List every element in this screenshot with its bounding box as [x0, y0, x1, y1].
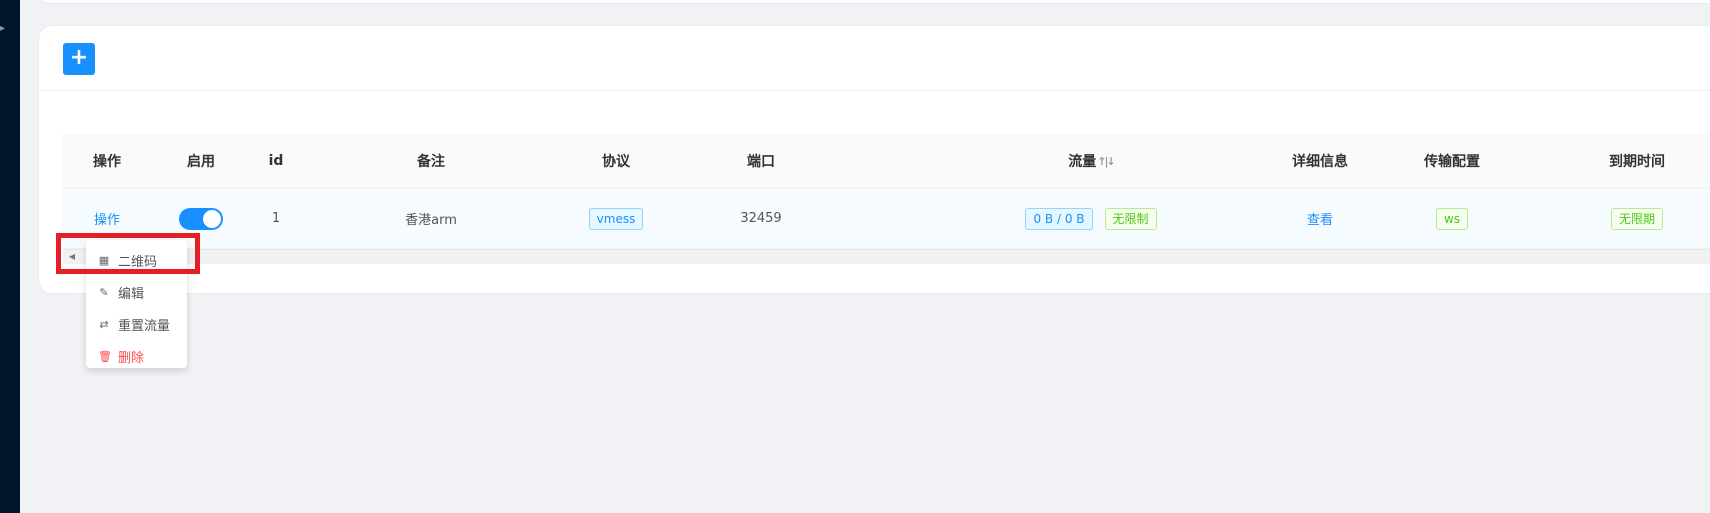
header-expiry: 到期时间 — [1609, 154, 1665, 170]
transport-cell: ws — [1397, 189, 1507, 248]
highlight-annotation — [56, 233, 200, 274]
menu-item-label: 重置流量 — [118, 318, 171, 334]
header-traffic[interactable]: 流量 ↑|↓ — [851, 134, 1331, 188]
row-remark: 香港arm — [405, 213, 457, 228]
traffic-usage-tag: 0 B / 0 B — [1025, 207, 1093, 230]
inbound-table: 操作 启用 id 备注 协议 端口 流量 ↑|↓ 详细信息 传输配置 到期时间 操… — [63, 134, 1710, 279]
protocol-tag: vmess — [588, 207, 644, 230]
table-row: 操作 1 香港arm vmess 32459 0 B / 0 B 无限制 查看 … — [63, 189, 1710, 249]
traffic-cell: 0 B / 0 B 无限制 — [851, 189, 1331, 248]
inbound-list-card: + 操作 启用 id 备注 协议 端口 流量 ↑|↓ 详细信息 传输配置 到期时间… — [38, 25, 1710, 294]
status-card — [38, 0, 1710, 4]
traffic-limit-tag: 无限制 — [1104, 207, 1157, 230]
menu-item-delete[interactable]: 🗑 删除 — [86, 340, 187, 372]
sort-icon[interactable]: ↑|↓ — [1097, 155, 1116, 168]
horizontal-scrollbar[interactable]: ◀ ▶ — [63, 249, 1710, 264]
edit-icon: ✎ — [99, 285, 109, 299]
toggle-knob — [203, 209, 221, 228]
collapse-arrow-icon[interactable]: ▸ — [0, 24, 6, 34]
expiry-cell: 无限期 — [1537, 189, 1710, 248]
menu-item-label: 编辑 — [118, 286, 145, 302]
menu-item-edit[interactable]: ✎ 编辑 — [86, 276, 187, 308]
menu-item-reset-traffic[interactable]: ⇄ 重置流量 — [86, 308, 187, 340]
retweet-icon: ⇄ — [99, 317, 109, 331]
header-traffic-label: 流量 — [1068, 154, 1097, 170]
sidebar: ▸ — [0, 0, 20, 513]
expiry-tag: 无限期 — [1610, 207, 1663, 230]
header-enable: 启用 — [187, 154, 215, 170]
header-remark: 备注 — [417, 154, 445, 170]
add-inbound-button[interactable]: + — [63, 43, 95, 75]
enable-toggle[interactable] — [179, 207, 223, 230]
card-header: + — [39, 26, 1710, 91]
delete-icon: 🗑 — [98, 349, 112, 363]
row-port: 32459 — [740, 211, 782, 226]
view-details-link[interactable]: 查看 — [1265, 189, 1375, 248]
row-id: 1 — [271, 211, 281, 226]
transport-tag: ws — [1435, 207, 1469, 230]
protocol-cell: vmess — [561, 189, 671, 248]
menu-item-label: 删除 — [118, 350, 145, 366]
header-protocol: 协议 — [602, 154, 630, 170]
table-header-row: 操作 启用 id 备注 协议 端口 流量 ↑|↓ 详细信息 传输配置 到期时间 — [63, 134, 1710, 189]
header-transport: 传输配置 — [1424, 154, 1480, 170]
header-details: 详细信息 — [1292, 154, 1348, 170]
header-id: id — [268, 153, 284, 169]
header-action: 操作 — [93, 154, 121, 170]
header-port: 端口 — [747, 154, 775, 170]
